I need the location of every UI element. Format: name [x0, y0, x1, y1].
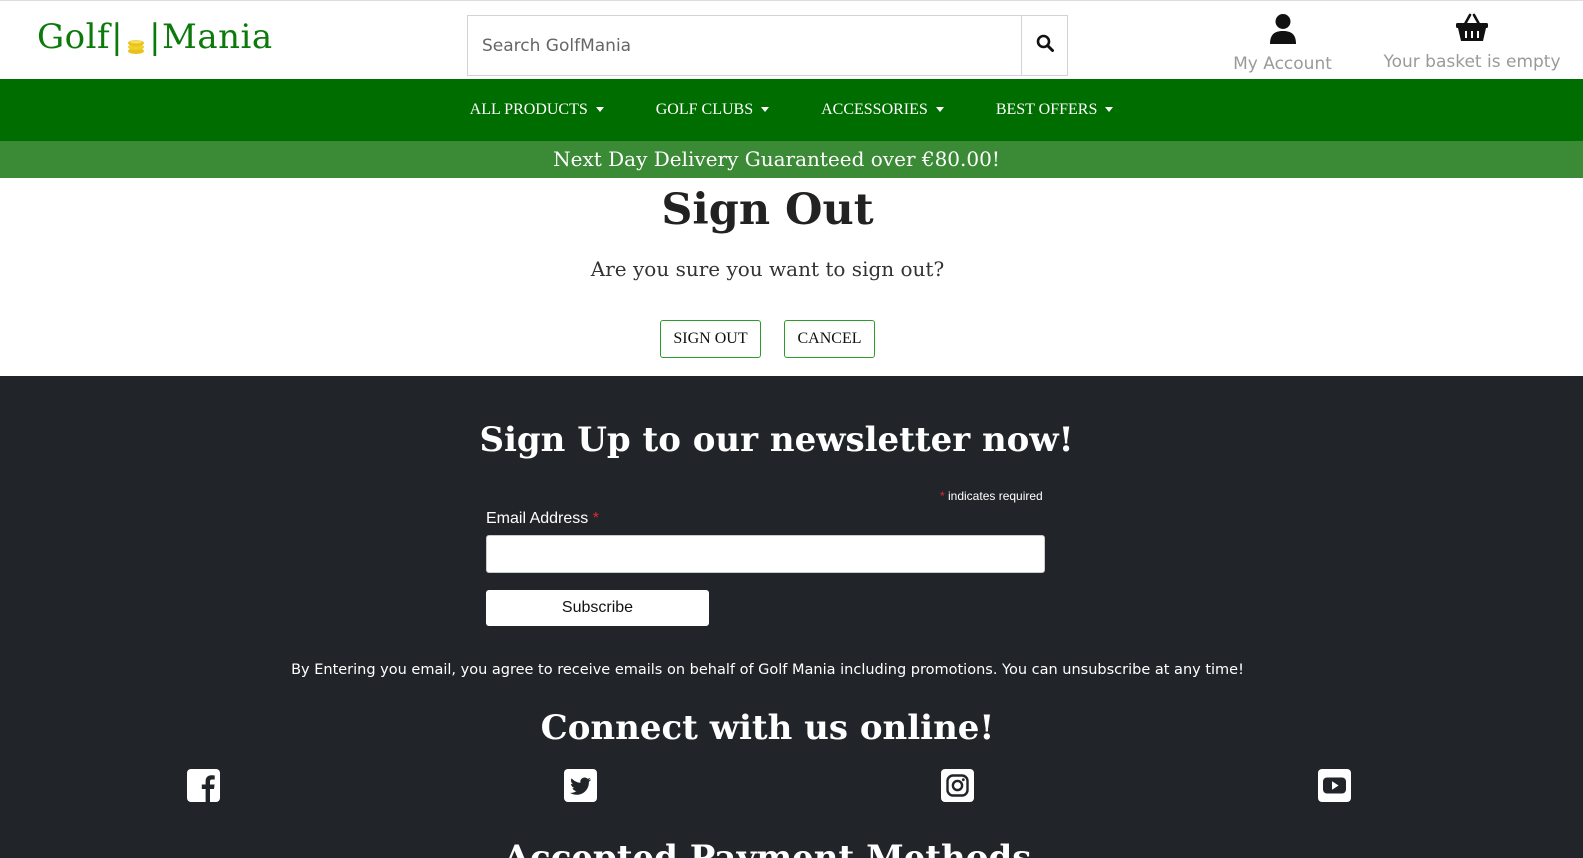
- twitter-link[interactable]: [563, 769, 597, 807]
- nav-label: ACCESSORIES: [821, 101, 928, 118]
- basket-label: Your basket is empty: [1383, 52, 1561, 72]
- email-label-text: Email Address: [486, 510, 593, 527]
- consent-text: By Entering you email, you agree to rece…: [291, 662, 1244, 678]
- site-logo[interactable]: Golf | | Mania: [37, 17, 273, 57]
- logo-divider: |: [149, 17, 162, 57]
- caret-down-icon: [595, 106, 604, 112]
- nav-accessories[interactable]: ACCESSORIES: [795, 101, 970, 119]
- caret-down-icon: [761, 106, 770, 112]
- required-note: * indicates required: [940, 489, 1043, 503]
- coin-stack-icon: [126, 25, 146, 54]
- site-footer: Sign Up to our newsletter now! * indicat…: [0, 376, 1583, 858]
- instagram-icon: [940, 769, 974, 807]
- user-icon: [1269, 14, 1297, 50]
- logo-divider: |: [111, 17, 124, 57]
- caret-down-icon: [1105, 106, 1114, 112]
- site-header: Golf | | Mania Search GolfMania My Accou…: [0, 0, 1583, 79]
- search-icon: [1036, 34, 1054, 57]
- instagram-link[interactable]: [940, 769, 974, 807]
- nav-best-offers[interactable]: BEST OFFERS: [970, 101, 1140, 119]
- my-account-link[interactable]: My Account: [1225, 13, 1340, 74]
- basket-icon: [1455, 13, 1489, 48]
- subscribe-button[interactable]: Subscribe: [486, 590, 709, 626]
- delivery-banner: Next Day Delivery Guaranteed over €80.00…: [0, 141, 1583, 178]
- facebook-link[interactable]: [186, 769, 220, 807]
- nav-all-products[interactable]: ALL PRODUCTS: [444, 101, 630, 119]
- search-input[interactable]: [467, 15, 1021, 76]
- my-account-label: My Account: [1233, 54, 1332, 74]
- nav-label: ALL PRODUCTS: [469, 101, 588, 118]
- email-required-star: *: [592, 510, 599, 527]
- logo-text-left: Golf: [37, 17, 111, 57]
- caret-down-icon: [935, 106, 944, 112]
- main-nav: ALL PRODUCTS GOLF CLUBS ACCESSORIES BEST…: [0, 79, 1583, 141]
- search-button[interactable]: [1021, 15, 1068, 76]
- nav-golf-clubs[interactable]: GOLF CLUBS: [630, 101, 795, 119]
- nav-label: GOLF CLUBS: [655, 101, 754, 118]
- signout-question: Are you sure you want to sign out?: [590, 257, 945, 281]
- email-label: Email Address *: [486, 510, 599, 528]
- sign-out-button[interactable]: SIGN OUT: [660, 320, 761, 358]
- newsletter-title: Sign Up to our newsletter now!: [479, 420, 1074, 460]
- newsletter-email-input[interactable]: [486, 535, 1045, 573]
- page-title: Sign Out: [661, 185, 874, 235]
- logo-text-right: Mania: [162, 17, 273, 57]
- cancel-button[interactable]: CANCEL: [784, 320, 875, 358]
- facebook-icon: [186, 769, 220, 807]
- required-text: indicates required: [944, 489, 1043, 503]
- youtube-link[interactable]: [1317, 769, 1351, 807]
- search-bar: [467, 15, 1068, 76]
- connect-title: Connect with us online!: [540, 708, 995, 748]
- nav-label: BEST OFFERS: [995, 101, 1098, 118]
- twitter-icon: [563, 769, 597, 807]
- youtube-icon: [1317, 769, 1351, 807]
- payment-methods-title: Accepted Payment Methods: [503, 838, 1032, 858]
- basket-link[interactable]: Your basket is empty: [1382, 13, 1562, 72]
